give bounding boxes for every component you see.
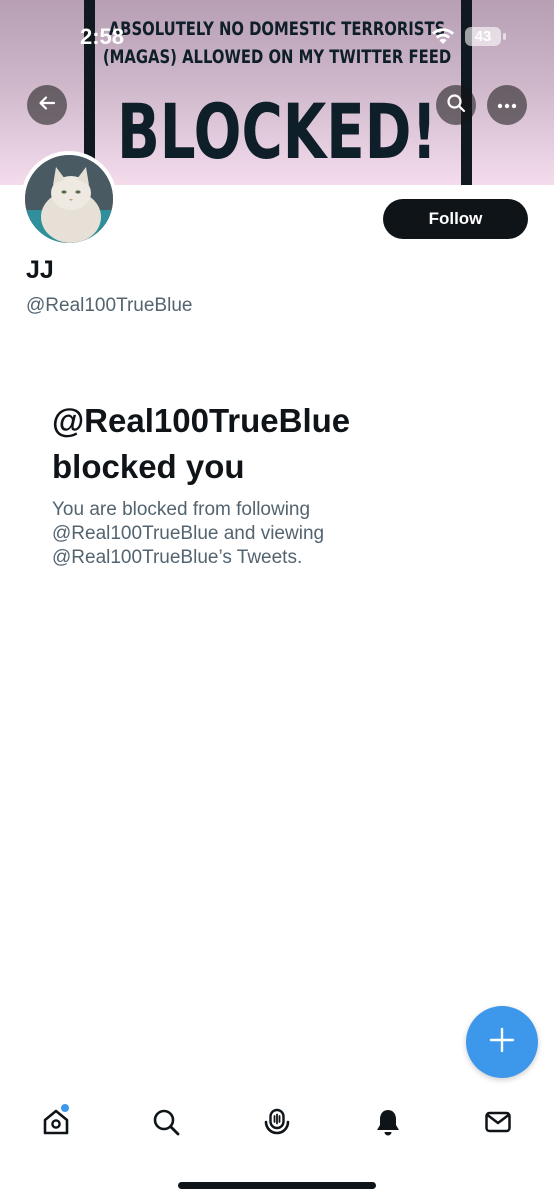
blocked-description: You are blocked from following @Real100T…	[52, 499, 325, 568]
blocked-title: @Real100TrueBlue blocked you	[52, 402, 351, 485]
status-bar: 2:58 43	[0, 24, 554, 54]
display-name: JJ	[26, 256, 54, 284]
home-notification-dot	[61, 1104, 69, 1112]
nav-messages[interactable]	[478, 1104, 518, 1144]
more-icon	[497, 96, 517, 114]
more-options-button[interactable]	[487, 85, 527, 125]
nav-home[interactable]	[36, 1104, 76, 1144]
battery-tip	[503, 33, 506, 40]
banner-text-line3: BLOCKED!	[116, 87, 438, 176]
avatar-image	[25, 155, 113, 243]
spaces-icon	[262, 1107, 292, 1142]
back-button[interactable]	[27, 85, 67, 125]
plus-icon	[489, 1027, 515, 1058]
nav-spaces[interactable]	[257, 1104, 297, 1144]
search-icon	[151, 1107, 181, 1142]
home-icon	[41, 1107, 71, 1142]
bottom-navigation	[0, 1094, 554, 1154]
wifi-icon	[430, 26, 456, 51]
nav-search[interactable]	[146, 1104, 186, 1144]
compose-button[interactable]	[466, 1006, 538, 1078]
profile-handle: @Real100TrueBlue	[26, 295, 193, 316]
nav-notifications[interactable]	[368, 1104, 408, 1144]
follow-button[interactable]: Follow	[383, 199, 528, 239]
home-indicator[interactable]	[178, 1182, 376, 1189]
search-button[interactable]	[436, 85, 476, 125]
status-time: 2:58	[80, 24, 125, 49]
avatar[interactable]	[21, 151, 117, 247]
back-arrow-icon	[37, 93, 57, 118]
notifications-icon	[373, 1107, 403, 1142]
messages-icon	[483, 1107, 513, 1142]
search-icon	[446, 93, 466, 118]
battery-indicator: 43	[465, 27, 501, 46]
